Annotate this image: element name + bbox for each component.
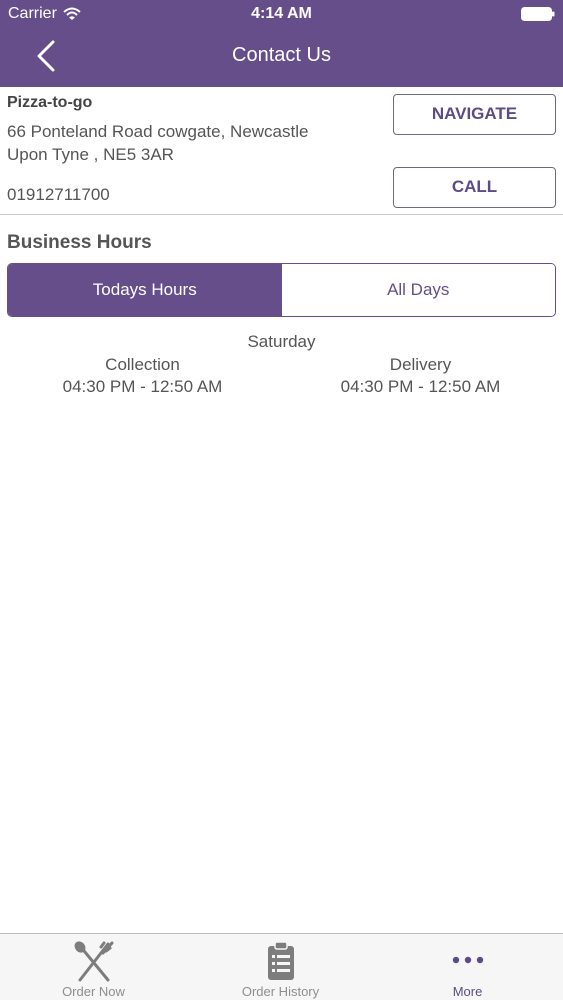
navigate-button[interactable]: NAVIGATE	[393, 94, 556, 135]
more-dots-icon	[452, 956, 483, 964]
clipboard-icon	[267, 941, 294, 980]
delivery-hours: Delivery 04:30 PM - 12:50 AM	[280, 354, 561, 398]
delivery-label: Delivery	[389, 355, 452, 374]
collection-hours: Collection 04:30 PM - 12:50 AM	[2, 354, 283, 398]
business-name: Pizza-to-go	[7, 94, 93, 111]
business-hours-heading: Business Hours	[7, 232, 152, 253]
tab-bar: Order Now Order History More	[0, 933, 563, 1000]
fork-spoon-icon	[74, 941, 113, 982]
business-phone: 01912711700	[7, 185, 110, 204]
collection-time: 04:30 PM - 12:50 AM	[62, 377, 223, 396]
page-title: Contact Us	[232, 44, 331, 66]
tab-all-days[interactable]: All Days	[281, 264, 555, 316]
status-time: 4:14 AM	[251, 5, 312, 22]
tab-todays-hours[interactable]: Todays Hours	[8, 264, 282, 316]
battery-icon	[521, 7, 555, 21]
tab-label-more: More	[452, 984, 483, 999]
hours-segmented-control: Todays Hours All Days	[7, 263, 556, 317]
tab-order-history[interactable]: Order History	[187, 934, 374, 1000]
contact-info: Pizza-to-go 66 Ponteland Road cowgate, N…	[0, 87, 563, 215]
navigation-bar: Contact Us	[0, 28, 563, 87]
tab-label-order-now: Order Now	[62, 984, 125, 999]
address-line-1: 66 Ponteland Road cowgate, Newcastle	[7, 122, 309, 141]
call-button[interactable]: CALL	[393, 167, 556, 208]
tab-label-order-history: Order History	[241, 984, 320, 999]
day-label: Saturday	[247, 332, 316, 351]
header: Carrier 4:14 AM Contact Us	[0, 0, 563, 87]
address-line-2: Upon Tyne , NE5 3AR	[7, 145, 174, 164]
tab-order-now[interactable]: Order Now	[0, 934, 187, 1000]
tab-more[interactable]: More	[374, 934, 561, 1000]
business-address: 66 Ponteland Road cowgate, Newcastle Upo…	[7, 120, 377, 166]
delivery-time: 04:30 PM - 12:50 AM	[340, 377, 501, 396]
status-bar: Carrier 4:14 AM	[0, 0, 563, 28]
collection-label: Collection	[105, 355, 180, 374]
